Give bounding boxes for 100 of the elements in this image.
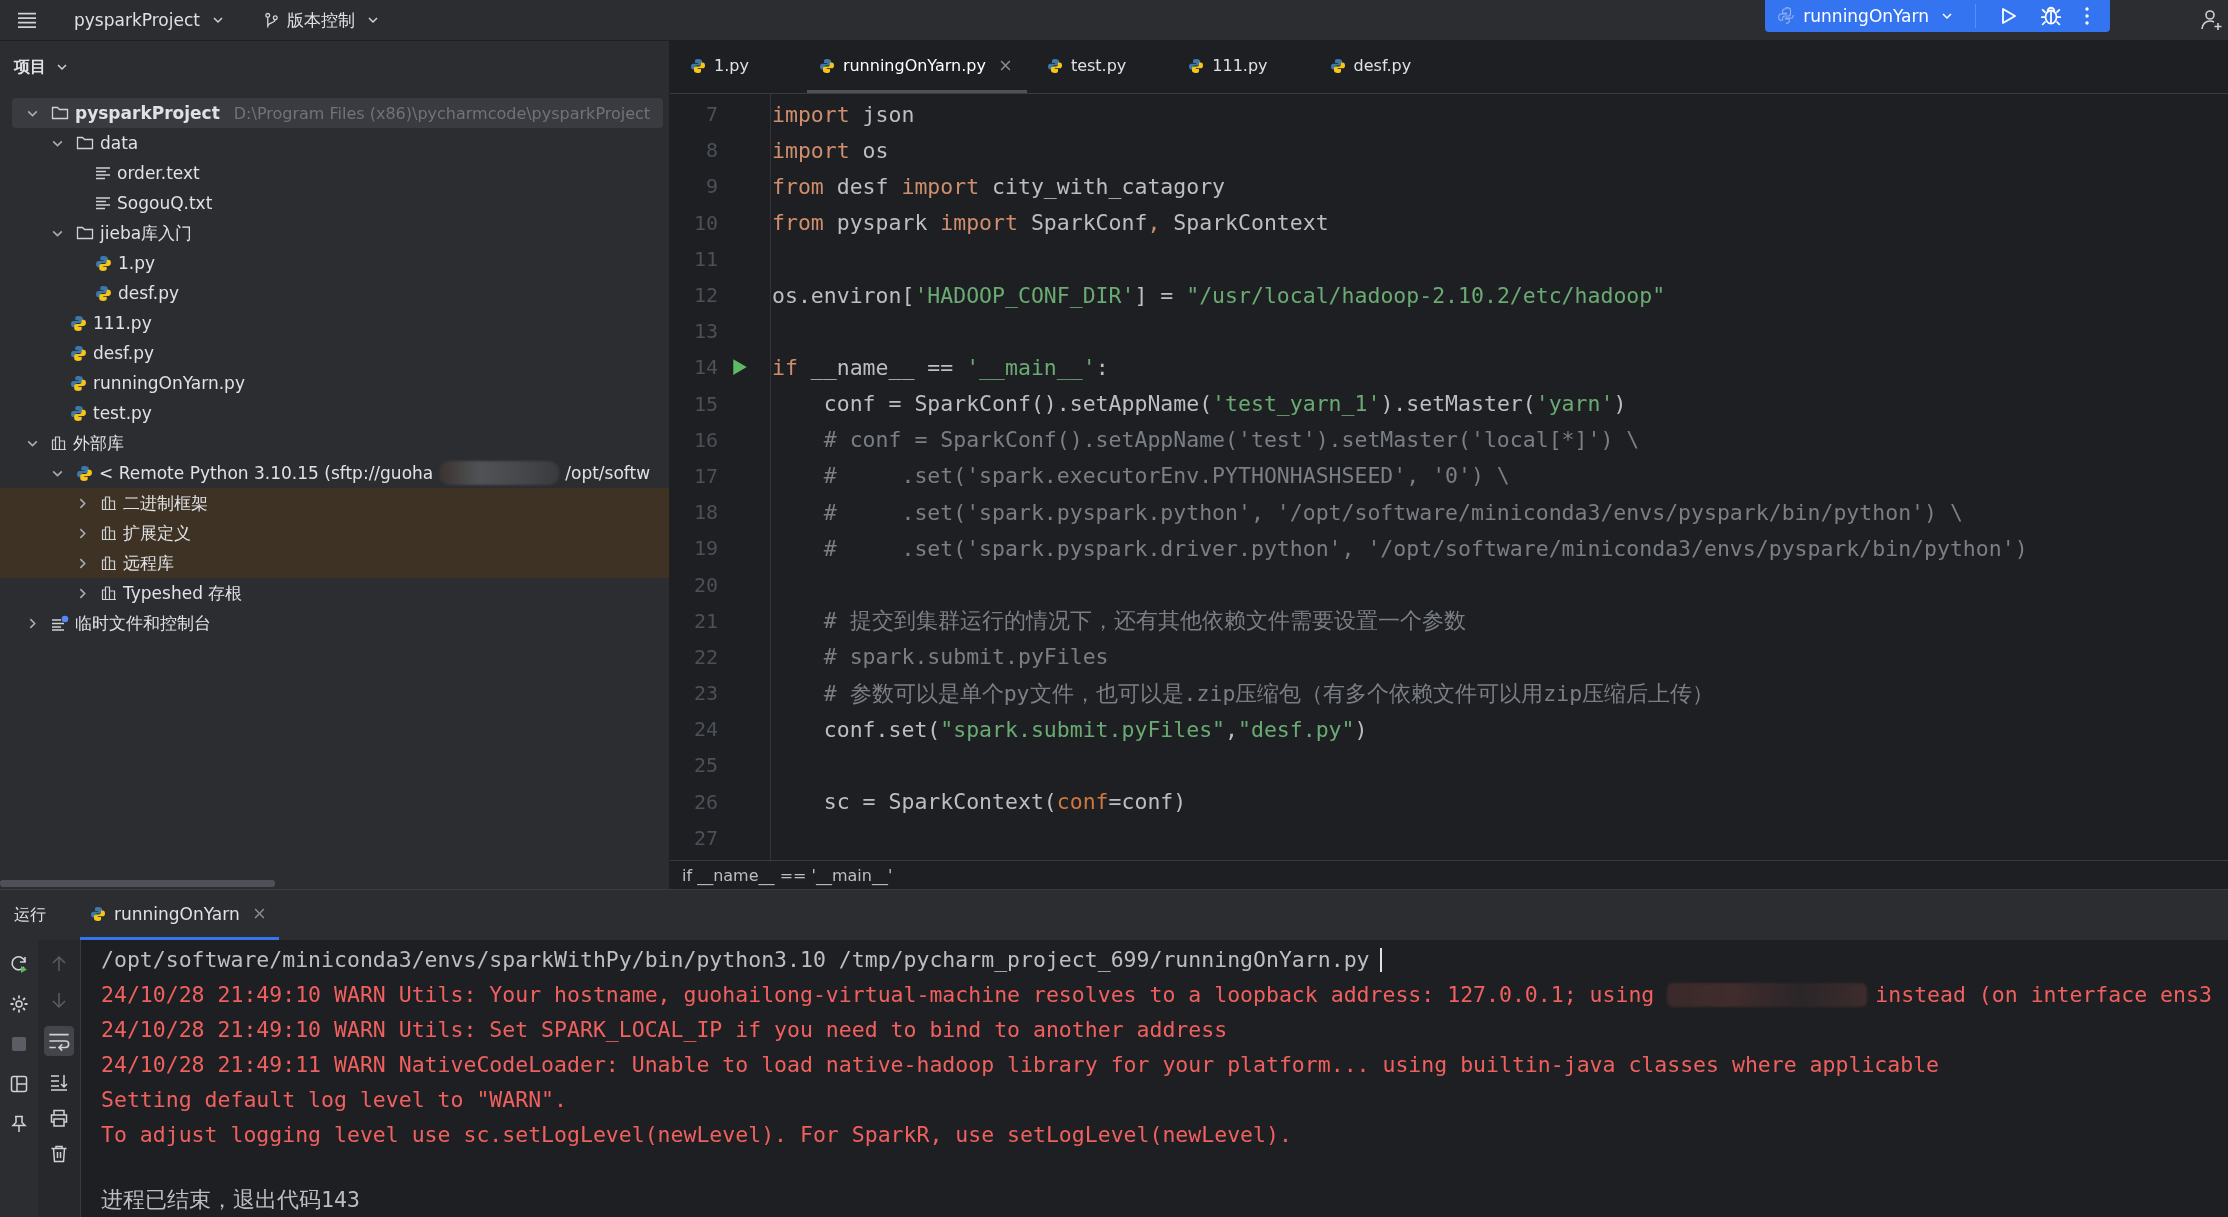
tree-item-label: order.text bbox=[117, 163, 200, 183]
tree-item-label: 二进制框架 bbox=[123, 491, 208, 515]
tree-item[interactable]: 111.py bbox=[12, 308, 663, 338]
tree-item-label: desf.py bbox=[118, 283, 180, 303]
tree-item[interactable]: 外部库 bbox=[12, 428, 663, 458]
code-line: conf.set("spark.submit.pyFiles","desf.py") bbox=[822, 716, 1368, 742]
layout-icon[interactable] bbox=[9, 1074, 29, 1094]
tree-item[interactable]: 临时文件和控制台 bbox=[12, 608, 663, 638]
caret-icon bbox=[1941, 10, 1953, 22]
editor-tab[interactable]: runningOnYarn.py bbox=[806, 41, 1027, 93]
tree-item-label: test.py bbox=[93, 403, 152, 423]
python-icon bbox=[90, 905, 106, 922]
code-line: from desf import city_with_catagory bbox=[772, 173, 1226, 199]
library-icon bbox=[101, 585, 117, 601]
settings-icon[interactable] bbox=[9, 994, 29, 1014]
code-line: os.environ['HADOOP_CONF_DIR'] = "/usr/local/hadoop-2.10.2/etc/hadoop" bbox=[772, 282, 1666, 308]
editor-tab[interactable]: 111.py bbox=[1184, 41, 1284, 93]
python-icon bbox=[70, 344, 87, 362]
tree-item[interactable]: runningOnYarn.py bbox=[12, 368, 663, 398]
console-line: 24/10/28 21:49:10 WARN Utils: Set SPARK_LOCAL_IP if you need to bind to another address bbox=[101, 1017, 1228, 1042]
run-tab[interactable]: runningOnYarn bbox=[80, 890, 279, 940]
soft-wrap-icon[interactable] bbox=[44, 1026, 74, 1056]
tree-item-label: runningOnYarn.py bbox=[93, 373, 245, 393]
console-line: /opt/software/miniconda3/envs/sparkWithPy/bin/python3.10 /tmp/pycharm_project_699/runningOnYarn.py bbox=[101, 947, 1370, 972]
pin-icon[interactable] bbox=[9, 1114, 29, 1134]
python-icon bbox=[70, 314, 87, 332]
tree-item[interactable]: desf.py bbox=[12, 278, 663, 308]
run-panel-title: 运行 bbox=[14, 904, 46, 926]
print-icon[interactable] bbox=[49, 1108, 69, 1128]
tree-item[interactable]: pysparkProject D:\Program Files (x86)\pycharmcode\pysparkProject bbox=[12, 98, 663, 128]
console-line: Setting default log level to "WARN". bbox=[101, 1087, 567, 1112]
code-line: import json bbox=[772, 101, 915, 127]
tree-item[interactable]: test.py bbox=[12, 398, 663, 428]
console-line: 24/10/28 21:49:11 WARN NativeCodeLoader: Unable to load native-hadoop library for your platform... using builtin-java classes where applicable bbox=[101, 1052, 1940, 1077]
tree-item-label: 远程库 bbox=[123, 551, 174, 575]
python-icon bbox=[1329, 57, 1346, 74]
tab-label: runningOnYarn.py bbox=[842, 56, 986, 75]
tree-item-label: /opt/softw bbox=[565, 463, 651, 483]
code-line: # 参数可以是单个py文件，也可以是.zip压缩包（有多个依赖文件可以用zip压缩后上传） bbox=[822, 679, 1715, 708]
tree-item[interactable]: < Remote Python 3.10.15 (sftp://guoha /opt/softw bbox=[12, 458, 663, 488]
python-icon bbox=[70, 374, 87, 392]
project-panel-title[interactable]: 项目 bbox=[0, 41, 68, 93]
tab-label: 111.py bbox=[1212, 56, 1268, 75]
breadcrumb[interactable]: if __name__ == '__main__' bbox=[682, 865, 893, 885]
console-line: 进程已结束，退出代码143 bbox=[101, 1186, 360, 1214]
tree-item[interactable]: jieba库入门 bbox=[12, 218, 663, 248]
tree-item-label: Typeshed 存根 bbox=[123, 581, 243, 605]
tree-item[interactable]: order.text bbox=[12, 158, 663, 188]
close-icon[interactable] bbox=[253, 908, 265, 919]
more-icon[interactable] bbox=[2084, 6, 2090, 26]
folder-icon bbox=[76, 225, 94, 241]
python-icon bbox=[1777, 7, 1796, 25]
rerun-icon[interactable] bbox=[9, 954, 29, 974]
add-user-icon[interactable] bbox=[2200, 8, 2224, 32]
caret-icon bbox=[366, 14, 379, 26]
python-icon bbox=[95, 254, 112, 272]
tree-item-label: 1.py bbox=[118, 253, 156, 273]
tree-item-label: desf.py bbox=[93, 343, 155, 363]
close-icon[interactable] bbox=[999, 60, 1011, 71]
library-icon bbox=[101, 555, 117, 571]
scroll-to-end-icon[interactable] bbox=[49, 1072, 69, 1092]
tab-label: desf.py bbox=[1353, 56, 1412, 75]
tree-item[interactable]: Typeshed 存根 bbox=[12, 578, 663, 608]
scratch-icon bbox=[51, 615, 69, 631]
editor-tab[interactable]: test.py bbox=[1042, 41, 1143, 93]
tree-item-label: pysparkProject bbox=[75, 103, 220, 123]
library-icon bbox=[101, 495, 117, 511]
editor-tab[interactable]: desf.py bbox=[1325, 41, 1428, 93]
code-line: from pyspark import SparkConf, SparkContext bbox=[772, 210, 1329, 236]
code-line: sc = SparkContext(conf=conf) bbox=[822, 789, 1187, 815]
debug-icon[interactable] bbox=[2040, 5, 2062, 27]
library-icon bbox=[101, 525, 117, 541]
run-icon[interactable] bbox=[732, 358, 748, 377]
project-selector[interactable]: pysparkProject bbox=[68, 6, 230, 34]
tree-item-label: 扩展定义 bbox=[123, 521, 191, 545]
tree-item-label: 临时文件和控制台 bbox=[75, 611, 211, 635]
console-line: instead (on interface ens3 bbox=[1875, 982, 2212, 1007]
tree-item[interactable]: data bbox=[12, 128, 663, 158]
tree-item-label: < Remote Python 3.10.15 (sftp://guoha bbox=[99, 463, 434, 483]
python-icon bbox=[1188, 57, 1205, 74]
tree-item[interactable]: desf.py bbox=[12, 338, 663, 368]
code-line: # .set('spark.pyspark.driver.python', '/opt/software/miniconda3/envs/pyspark/bin/python') bbox=[822, 535, 2028, 561]
tree-item[interactable]: SogouQ.txt bbox=[12, 188, 663, 218]
tree-item[interactable]: 1.py bbox=[12, 248, 663, 278]
editor-tab[interactable]: 1.py bbox=[686, 41, 765, 93]
console-line: To adjust logging level use sc.setLogLevel(newLevel). For SparkR, use setLogLevel(newLevel). bbox=[101, 1122, 1292, 1147]
scrollbar-thumb[interactable] bbox=[0, 879, 275, 887]
code-line: # 提交到集群运行的情况下，还有其他依赖文件需要设置一个参数 bbox=[822, 607, 1466, 636]
code-line: import os bbox=[772, 137, 889, 163]
vcs-menu[interactable]: 版本控制 bbox=[257, 4, 385, 36]
menu-icon[interactable] bbox=[16, 11, 38, 29]
caret-icon bbox=[56, 61, 68, 73]
delete-icon[interactable] bbox=[49, 1144, 69, 1164]
code-line: # .set('spark.executorEnv.PYTHONHASHSEED', '0') \ bbox=[822, 463, 1510, 489]
project-path: D:\Program Files (x86)\pycharmcode\pysparkProject bbox=[233, 103, 651, 123]
python-icon bbox=[95, 284, 112, 302]
run-config-selector[interactable]: runningOnYarn bbox=[1777, 6, 1953, 26]
code-line: if __name__ == '__main__': bbox=[772, 354, 1109, 380]
python-icon bbox=[76, 464, 93, 482]
python-icon bbox=[690, 57, 706, 74]
